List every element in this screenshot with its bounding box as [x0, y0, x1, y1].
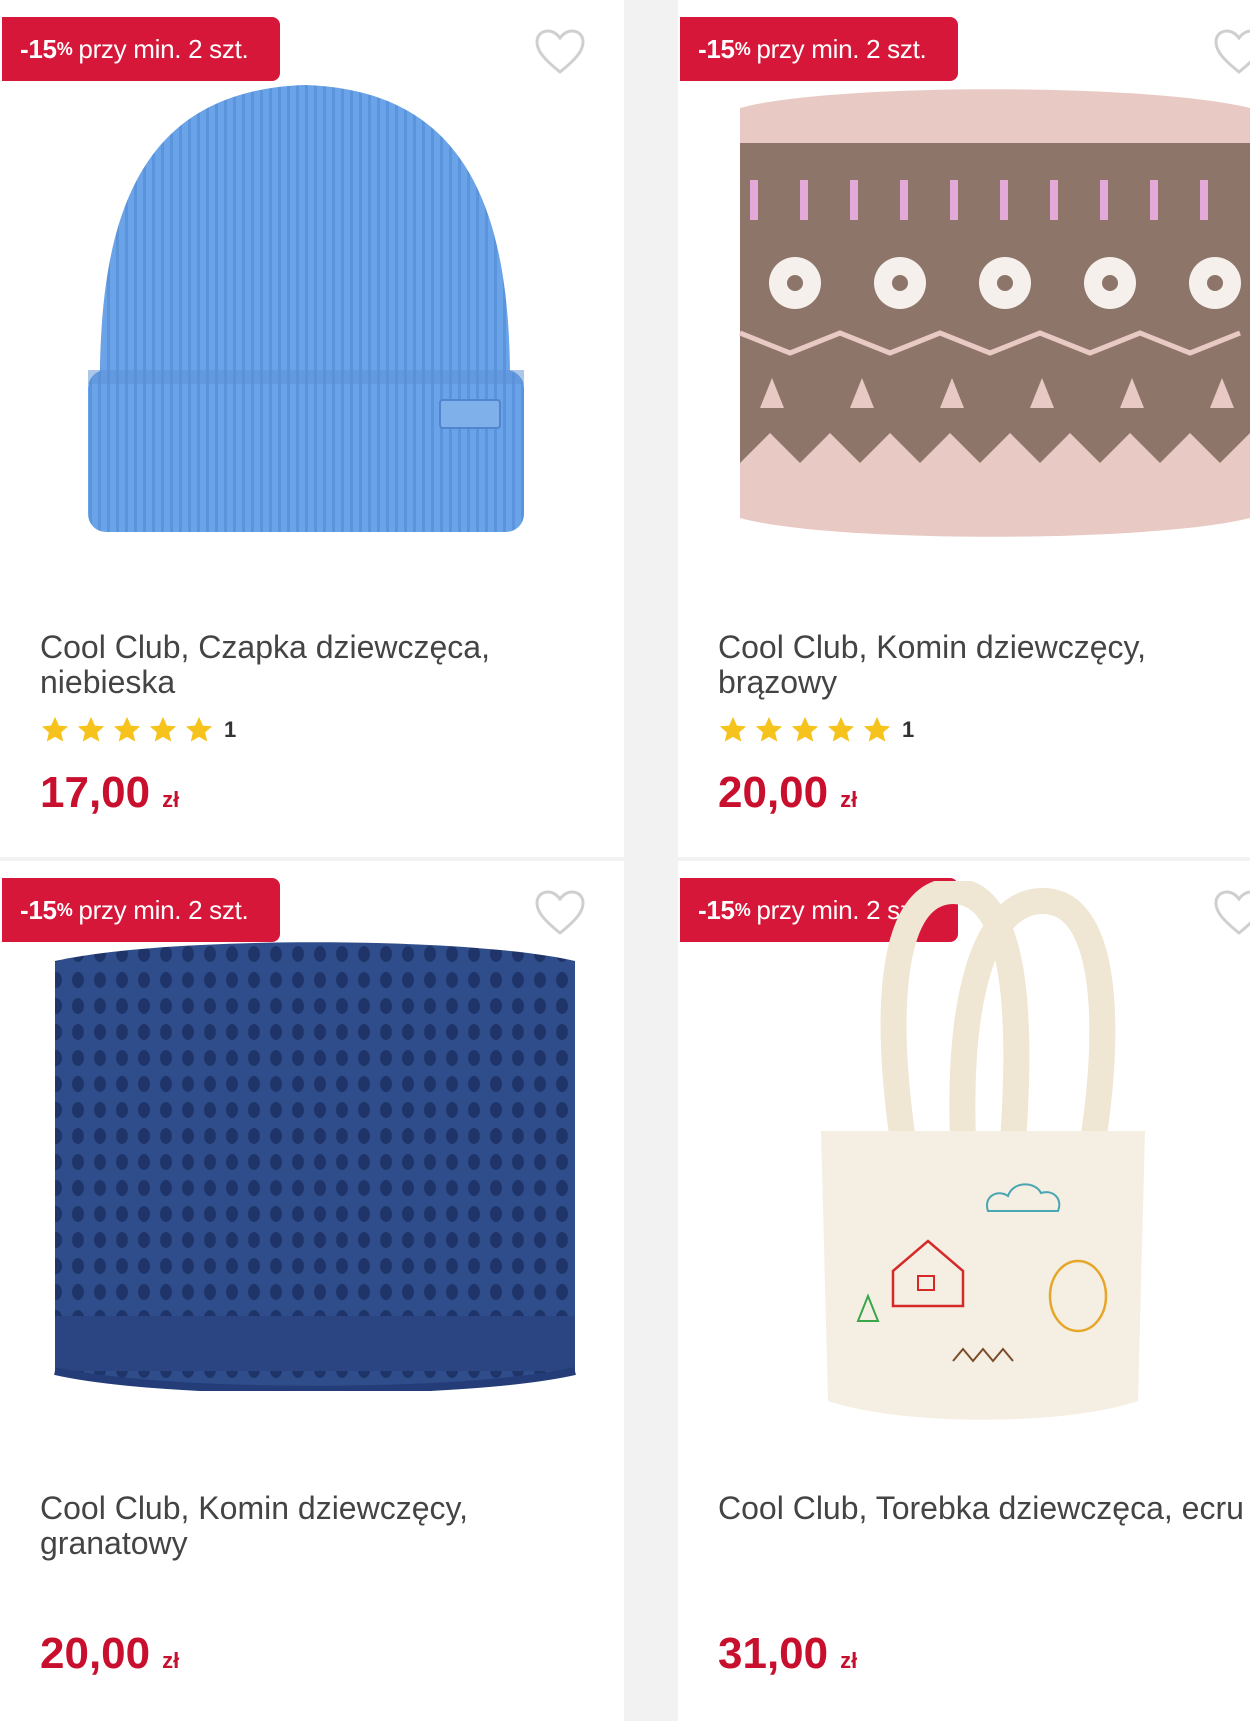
discount-percent: %	[734, 38, 751, 59]
discount-text: przy min. 2 szt.	[756, 33, 927, 64]
heart-icon[interactable]	[1213, 28, 1250, 76]
product-rating: 1	[718, 713, 914, 747]
star-icon	[77, 716, 105, 742]
price-value: 20,00	[718, 768, 829, 817]
product-title[interactable]: Cool Club, Czapka dziewczęca, niebieska	[40, 630, 580, 700]
discount-value: -15	[20, 33, 57, 64]
heart-icon[interactable]	[1213, 889, 1250, 937]
discount-badge: -15% przy min. 2 szt.	[2, 17, 280, 81]
product-price: 20,00 zł	[718, 768, 857, 818]
discount-value: -15	[698, 33, 735, 64]
discount-text: przy min. 2 szt.	[78, 894, 249, 925]
rating-count: 1	[902, 717, 915, 742]
product-rating: 1	[40, 713, 236, 747]
price-currency: zł	[162, 787, 180, 812]
price-currency: zł	[162, 1648, 180, 1673]
star-icon	[755, 716, 783, 742]
discount-percent: %	[56, 38, 73, 59]
pink-snowflake-snood-image[interactable]	[730, 88, 1250, 538]
star-icon	[863, 716, 891, 742]
star-icon	[791, 716, 819, 742]
discount-badge: -15% przy min. 2 szt.	[2, 878, 280, 942]
star-icon	[719, 716, 747, 742]
product-card[interactable]: -15% przy min. 2 szt. Cool Club, Torebka …	[678, 861, 1250, 1721]
product-price: 17,00 zł	[40, 768, 179, 818]
price-value: 31,00	[718, 1629, 829, 1678]
product-card[interactable]: -15% przy min. 2 szt. Cool Club, Komin dz…	[0, 861, 624, 1721]
discount-value: -15	[698, 894, 735, 925]
price-currency: zł	[840, 1648, 858, 1673]
star-icon	[827, 716, 855, 742]
star-icon	[185, 716, 213, 742]
product-title[interactable]: Cool Club, Komin dziewczęcy, granatowy	[40, 1491, 580, 1561]
rating-count: 1	[224, 717, 237, 742]
product-title[interactable]: Cool Club, Torebka dziewczęca, ecru	[718, 1491, 1250, 1526]
product-title[interactable]: Cool Club, Komin dziewczęcy, brązowy	[718, 630, 1250, 700]
discount-text: przy min. 2 szt.	[78, 33, 249, 64]
product-price: 31,00 zł	[718, 1629, 857, 1679]
discount-badge: -15% przy min. 2 szt.	[680, 17, 958, 81]
discount-value: -15	[20, 894, 57, 925]
blue-beanie-image[interactable]	[80, 80, 530, 540]
star-icon	[41, 716, 69, 742]
price-value: 20,00	[40, 1629, 151, 1678]
product-price: 20,00 zł	[40, 1629, 179, 1679]
heart-icon[interactable]	[534, 889, 586, 937]
discount-percent: %	[734, 899, 751, 920]
star-icon	[149, 716, 177, 742]
discount-percent: %	[56, 899, 73, 920]
product-card[interactable]: -15% przy min. 2 szt. Cool Club, Czapka d…	[0, 0, 624, 857]
product-grid: -15% przy min. 2 szt. Cool Club, Czapka d…	[0, 0, 1250, 1721]
price-value: 17,00	[40, 768, 151, 817]
product-card[interactable]: -15% przy min. 2 szt. Cool Club, Komin dz…	[678, 0, 1250, 857]
star-icon	[113, 716, 141, 742]
ecru-tote-bag-image[interactable]	[813, 881, 1153, 1441]
price-currency: zł	[840, 787, 858, 812]
heart-icon[interactable]	[534, 28, 586, 76]
navy-knit-snood-image[interactable]	[45, 941, 585, 1391]
